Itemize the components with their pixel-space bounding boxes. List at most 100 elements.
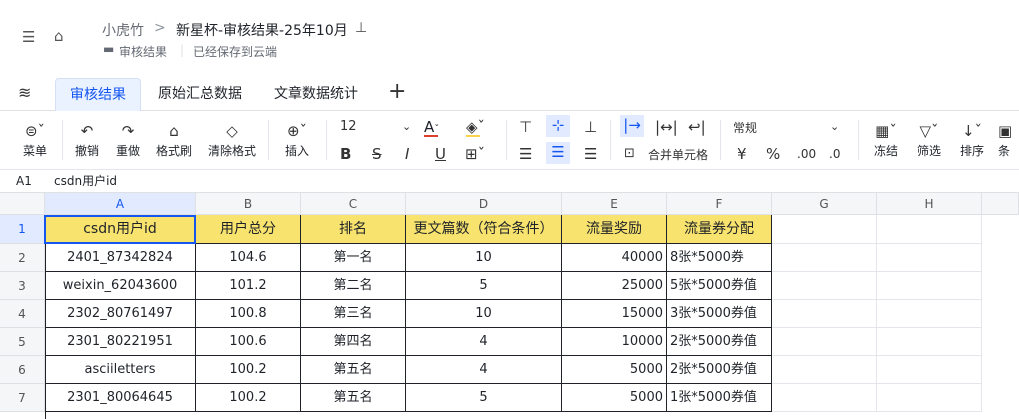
row-header[interactable]: 3 — [0, 272, 45, 300]
align-left-icon[interactable]: ☰ — [519, 144, 532, 164]
percent-button[interactable]: % — [766, 144, 780, 164]
table-cell[interactable]: 5000 — [562, 356, 667, 384]
header-voucher-allocation[interactable]: 流量券分配 — [667, 215, 772, 244]
tab-raw-summary[interactable]: 原始汇总数据 — [144, 78, 256, 111]
undo-button[interactable]: ↶ 撤销 — [72, 120, 102, 160]
table-cell[interactable]: 100.2 — [196, 384, 301, 412]
align-middle-icon[interactable]: ⊹ — [546, 115, 570, 137]
table-cell[interactable]: 5000 — [562, 384, 667, 412]
column-header-b[interactable]: B — [196, 193, 301, 215]
empty-cell[interactable] — [772, 356, 877, 384]
align-center-icon[interactable]: ☰ — [546, 142, 570, 164]
header-traffic-reward[interactable]: 流量奖励 — [562, 215, 667, 244]
layers-icon[interactable]: ≋ — [18, 83, 31, 102]
align-top-icon[interactable]: ⊤ — [519, 117, 532, 137]
conditional-format-button[interactable]: ▣条件 — [998, 120, 1019, 160]
table-cell[interactable]: 3张*5000券值 — [667, 300, 772, 328]
decrease-decimal-button[interactable]: .0 — [829, 144, 840, 164]
add-sheet-button[interactable]: + — [388, 79, 406, 104]
table-cell[interactable]: 104.6 — [196, 244, 301, 272]
header-article-count[interactable]: 更文篇数（符合条件） — [406, 215, 562, 244]
home-icon[interactable]: ⌂ — [54, 27, 64, 45]
header-total-score[interactable]: 用户总分 — [196, 215, 301, 244]
table-cell[interactable]: 1张*5000券值 — [667, 384, 772, 412]
table-cell[interactable]: 2302_80761497 — [45, 300, 196, 328]
column-header-e[interactable]: E — [562, 193, 667, 215]
table-cell[interactable]: 8张*5000券 — [667, 244, 772, 272]
row-header[interactable]: 6 — [0, 356, 45, 384]
redo-button[interactable]: ↷ 重做 — [113, 120, 143, 160]
table-cell[interactable]: 2张*5000券值 — [667, 328, 772, 356]
empty-cell[interactable] — [772, 300, 877, 328]
table-cell[interactable]: 第一名 — [301, 244, 406, 272]
table-cell[interactable]: 15000 — [562, 300, 667, 328]
table-cell[interactable]: 第三名 — [301, 300, 406, 328]
chevron-down-icon[interactable]: ⌄ — [830, 117, 839, 137]
table-cell[interactable]: 101.2 — [196, 272, 301, 300]
empty-cell[interactable] — [877, 328, 982, 356]
clip-icon[interactable]: |↔| — [655, 117, 678, 137]
table-cell[interactable]: weixin_62043600 — [45, 272, 196, 300]
empty-cell[interactable] — [772, 244, 877, 272]
header-user-id[interactable]: csdn用户id — [45, 215, 196, 244]
insert-button[interactable]: ⊕ˇ 插入 — [280, 120, 314, 160]
align-bottom-icon[interactable]: ⊥ — [584, 117, 597, 137]
bold-button[interactable]: B — [340, 144, 351, 164]
table-cell[interactable]: 5 — [406, 384, 562, 412]
empty-cell[interactable] — [772, 215, 877, 244]
select-all-corner[interactable] — [0, 193, 45, 215]
cell-reference[interactable]: A1 — [16, 170, 32, 193]
table-cell[interactable]: 10 — [406, 300, 562, 328]
empty-cell[interactable] — [877, 272, 982, 300]
row-header[interactable]: 7 — [0, 384, 45, 412]
table-cell[interactable]: 4 — [406, 328, 562, 356]
table-cell[interactable]: 第二名 — [301, 272, 406, 300]
increase-decimal-button[interactable]: .00 — [797, 144, 816, 164]
table-cell[interactable]: 100.8 — [196, 300, 301, 328]
formula-input[interactable]: csdn用户id — [54, 170, 117, 193]
table-cell[interactable]: 10000 — [562, 328, 667, 356]
table-cell[interactable]: 10 — [406, 244, 562, 272]
filter-button[interactable]: ▽ˇ 筛选 — [912, 120, 946, 160]
column-header-i[interactable] — [982, 193, 1019, 215]
table-cell[interactable]: 2401_87342824 — [45, 244, 196, 272]
currency-button[interactable]: ¥ — [737, 144, 747, 164]
table-cell[interactable]: 第五名 — [301, 384, 406, 412]
outline-icon[interactable]: ☰ — [22, 28, 35, 46]
column-header-d[interactable]: D — [406, 193, 562, 215]
chevron-down-icon[interactable]: ⌄ — [402, 117, 411, 137]
sort-button[interactable]: ↓ˇ 排序 — [955, 120, 989, 160]
tab-article-stats[interactable]: 文章数据统计 — [260, 78, 372, 111]
fill-color-icon[interactable]: ◈ˇ — [466, 117, 485, 137]
italic-button[interactable]: I — [405, 144, 409, 164]
overflow-icon[interactable]: |→ — [620, 115, 644, 137]
table-cell[interactable]: 5张*5000券值 — [667, 272, 772, 300]
clear-format-button[interactable]: ◇ 清除格式 — [206, 120, 258, 160]
column-header-h[interactable]: H — [877, 193, 982, 215]
wrap-text-icon[interactable]: ↩| — [688, 117, 706, 137]
empty-cell[interactable] — [877, 215, 982, 244]
empty-cell[interactable] — [877, 300, 982, 328]
table-cell[interactable]: 100.6 — [196, 328, 301, 356]
table-cell[interactable]: 40000 — [562, 244, 667, 272]
empty-cell[interactable] — [877, 384, 982, 412]
tab-audit-results[interactable]: 审核结果 — [55, 78, 141, 111]
table-cell[interactable]: 5 — [406, 272, 562, 300]
empty-cell[interactable] — [772, 384, 877, 412]
column-header-c[interactable]: C — [301, 193, 406, 215]
merge-cells-button[interactable]: 合并单元格 — [648, 145, 708, 165]
format-painter-button[interactable]: ⌂ 格式刷 — [154, 120, 194, 160]
doc-title[interactable]: 新星杯-审核结果-25年10月 — [176, 20, 348, 40]
number-format-select[interactable]: 常规 — [733, 118, 757, 138]
align-right-icon[interactable]: ☰ — [584, 144, 597, 164]
table-cell[interactable]: 4 — [406, 356, 562, 384]
column-header-g[interactable]: G — [772, 193, 877, 215]
strikethrough-button[interactable]: S — [372, 144, 382, 164]
table-cell[interactable]: asciiletters — [45, 356, 196, 384]
table-cell[interactable]: 2301_80064645 — [45, 384, 196, 412]
merge-icon[interactable]: ⊡ — [624, 144, 635, 164]
row-header[interactable]: 5 — [0, 328, 45, 356]
empty-cell[interactable] — [877, 244, 982, 272]
row-header[interactable]: 2 — [0, 244, 45, 272]
table-cell[interactable]: 100.2 — [196, 356, 301, 384]
